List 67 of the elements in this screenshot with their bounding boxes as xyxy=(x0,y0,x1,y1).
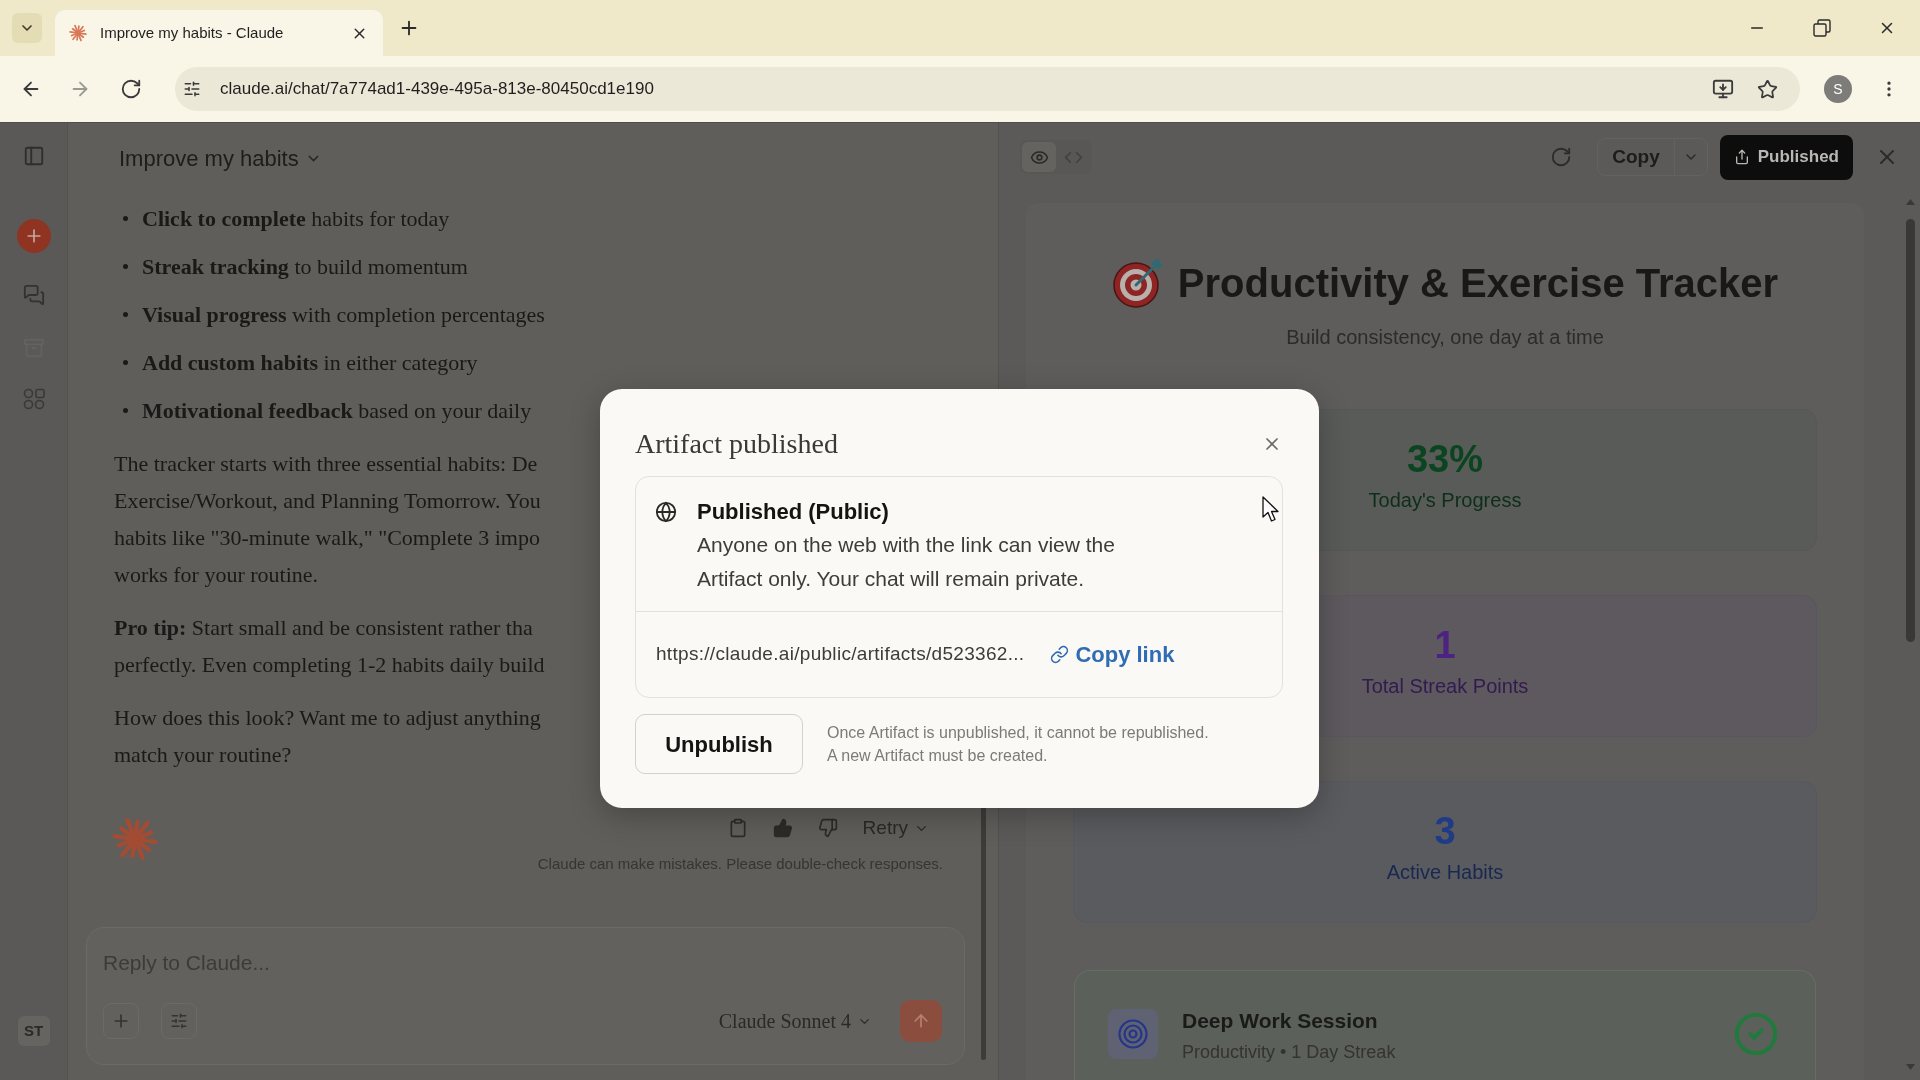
refresh-icon[interactable] xyxy=(1550,146,1573,168)
user-avatar[interactable]: ST xyxy=(17,1016,50,1046)
new-chat-button[interactable] xyxy=(16,219,51,253)
bullet-text: Add custom habits in either category xyxy=(142,349,478,377)
reload-icon[interactable] xyxy=(120,78,142,100)
send-button[interactable] xyxy=(900,1000,942,1042)
bullet-text: Visual progress with completion percentages xyxy=(142,301,545,329)
thumbs-up-icon[interactable] xyxy=(772,818,793,839)
bullet-text: Click to complete habits for today xyxy=(142,205,450,233)
view-tab[interactable] xyxy=(1022,142,1056,172)
habit-name: Deep Work Session xyxy=(1182,1008,1379,1034)
bullet-text: Motivational feedback based on your daily xyxy=(142,397,532,425)
globe-icon xyxy=(655,501,677,523)
status-description: Anyone on the web with the link can view the Artifact only. Your chat will remain private. xyxy=(697,532,1116,592)
tab-search-button[interactable] xyxy=(12,13,42,43)
restore-icon[interactable] xyxy=(1813,19,1831,37)
model-selector[interactable]: Claude Sonnet 4 xyxy=(718,1006,872,1036)
unpublish-button[interactable]: Unpublish xyxy=(635,714,803,774)
add-button[interactable] xyxy=(103,1003,139,1039)
sliders-icon xyxy=(170,1012,188,1030)
artifact-title: Productivity & Exercise Tracker xyxy=(1177,260,1779,307)
status-title: Published (Public) xyxy=(697,498,890,526)
bookmark-star-icon[interactable] xyxy=(1757,78,1778,100)
copy-button[interactable]: Copy xyxy=(1598,139,1674,175)
scrollbar-thumb[interactable] xyxy=(1905,219,1915,642)
target-icon xyxy=(1111,257,1164,309)
stat-label: Active Habits xyxy=(1386,860,1504,885)
shapes-icon[interactable] xyxy=(22,388,45,410)
stat-label: Total Streak Points xyxy=(1361,674,1529,699)
address-text: claude.ai/chat/7a774ad1-439e-495a-813e-80450cd1e190 xyxy=(220,78,654,101)
dialog-title: Artifact published xyxy=(635,427,838,461)
unpublish-warning: Once Artifact is unpublished, it cannot be republished. A new Artifact must be created. xyxy=(827,723,1209,766)
check-circle-icon[interactable] xyxy=(1733,1011,1779,1057)
site-settings-icon[interactable] xyxy=(183,80,201,98)
link-icon xyxy=(1050,645,1070,664)
share-icon xyxy=(1733,149,1750,165)
tab-title: Improve my habits - Claude xyxy=(100,22,284,43)
address-bar[interactable]: claude.ai/chat/7a774ad1-439e-495a-813e-80450cd1e190 xyxy=(175,67,1800,111)
bullet-icon xyxy=(123,408,128,413)
browser-tab[interactable]: Improve my habits - Claude xyxy=(55,10,383,56)
bullet-icon xyxy=(123,312,128,317)
starburst-icon xyxy=(69,24,87,42)
target-icon xyxy=(1108,1009,1158,1059)
stat-label: Today's Progress xyxy=(1368,488,1522,513)
public-link-url: https://claude.ai/public/artifacts/d523362... xyxy=(656,642,1025,667)
stat-value: 3 xyxy=(1434,809,1456,853)
scroll-down-arrow-icon[interactable] xyxy=(1905,1064,1915,1070)
scroll-up-arrow-icon[interactable] xyxy=(1905,199,1915,205)
install-icon[interactable] xyxy=(1712,78,1734,100)
message-paragraph: Pro tip: Start small and be consistent rather tha perfectly. Even completing 1-2 habits daily build xyxy=(114,614,545,679)
message-paragraph: The tracker starts with three essential habits: De Exercise/Workout, and Planning Tomorrow. You habits like "30-minute walk," "Complete 3 impo works for your routine. xyxy=(114,450,541,589)
bullet-text: Streak tracking to build momentum xyxy=(142,253,468,281)
published-button[interactable]: Published xyxy=(1719,134,1853,180)
starburst-icon xyxy=(112,816,158,862)
tools-button[interactable] xyxy=(161,1003,197,1039)
thumbs-down-icon[interactable] xyxy=(817,818,838,839)
copy-link-button[interactable]: Copy link xyxy=(1050,638,1175,671)
chat-title-button[interactable]: Improve my habits xyxy=(119,141,322,175)
message-paragraph: How does this look? Want me to adjust anything match your routine? xyxy=(114,704,541,769)
stat-value: 33% xyxy=(1406,437,1484,481)
sidebar-toggle-icon[interactable] xyxy=(22,145,45,167)
bullet-icon xyxy=(123,216,128,221)
chat-bubbles-icon[interactable] xyxy=(22,284,45,306)
profile-avatar[interactable]: S xyxy=(1824,75,1852,103)
bullet-icon xyxy=(123,360,128,365)
bullet-icon xyxy=(123,264,128,269)
mouse-pointer-icon xyxy=(1262,496,1280,523)
